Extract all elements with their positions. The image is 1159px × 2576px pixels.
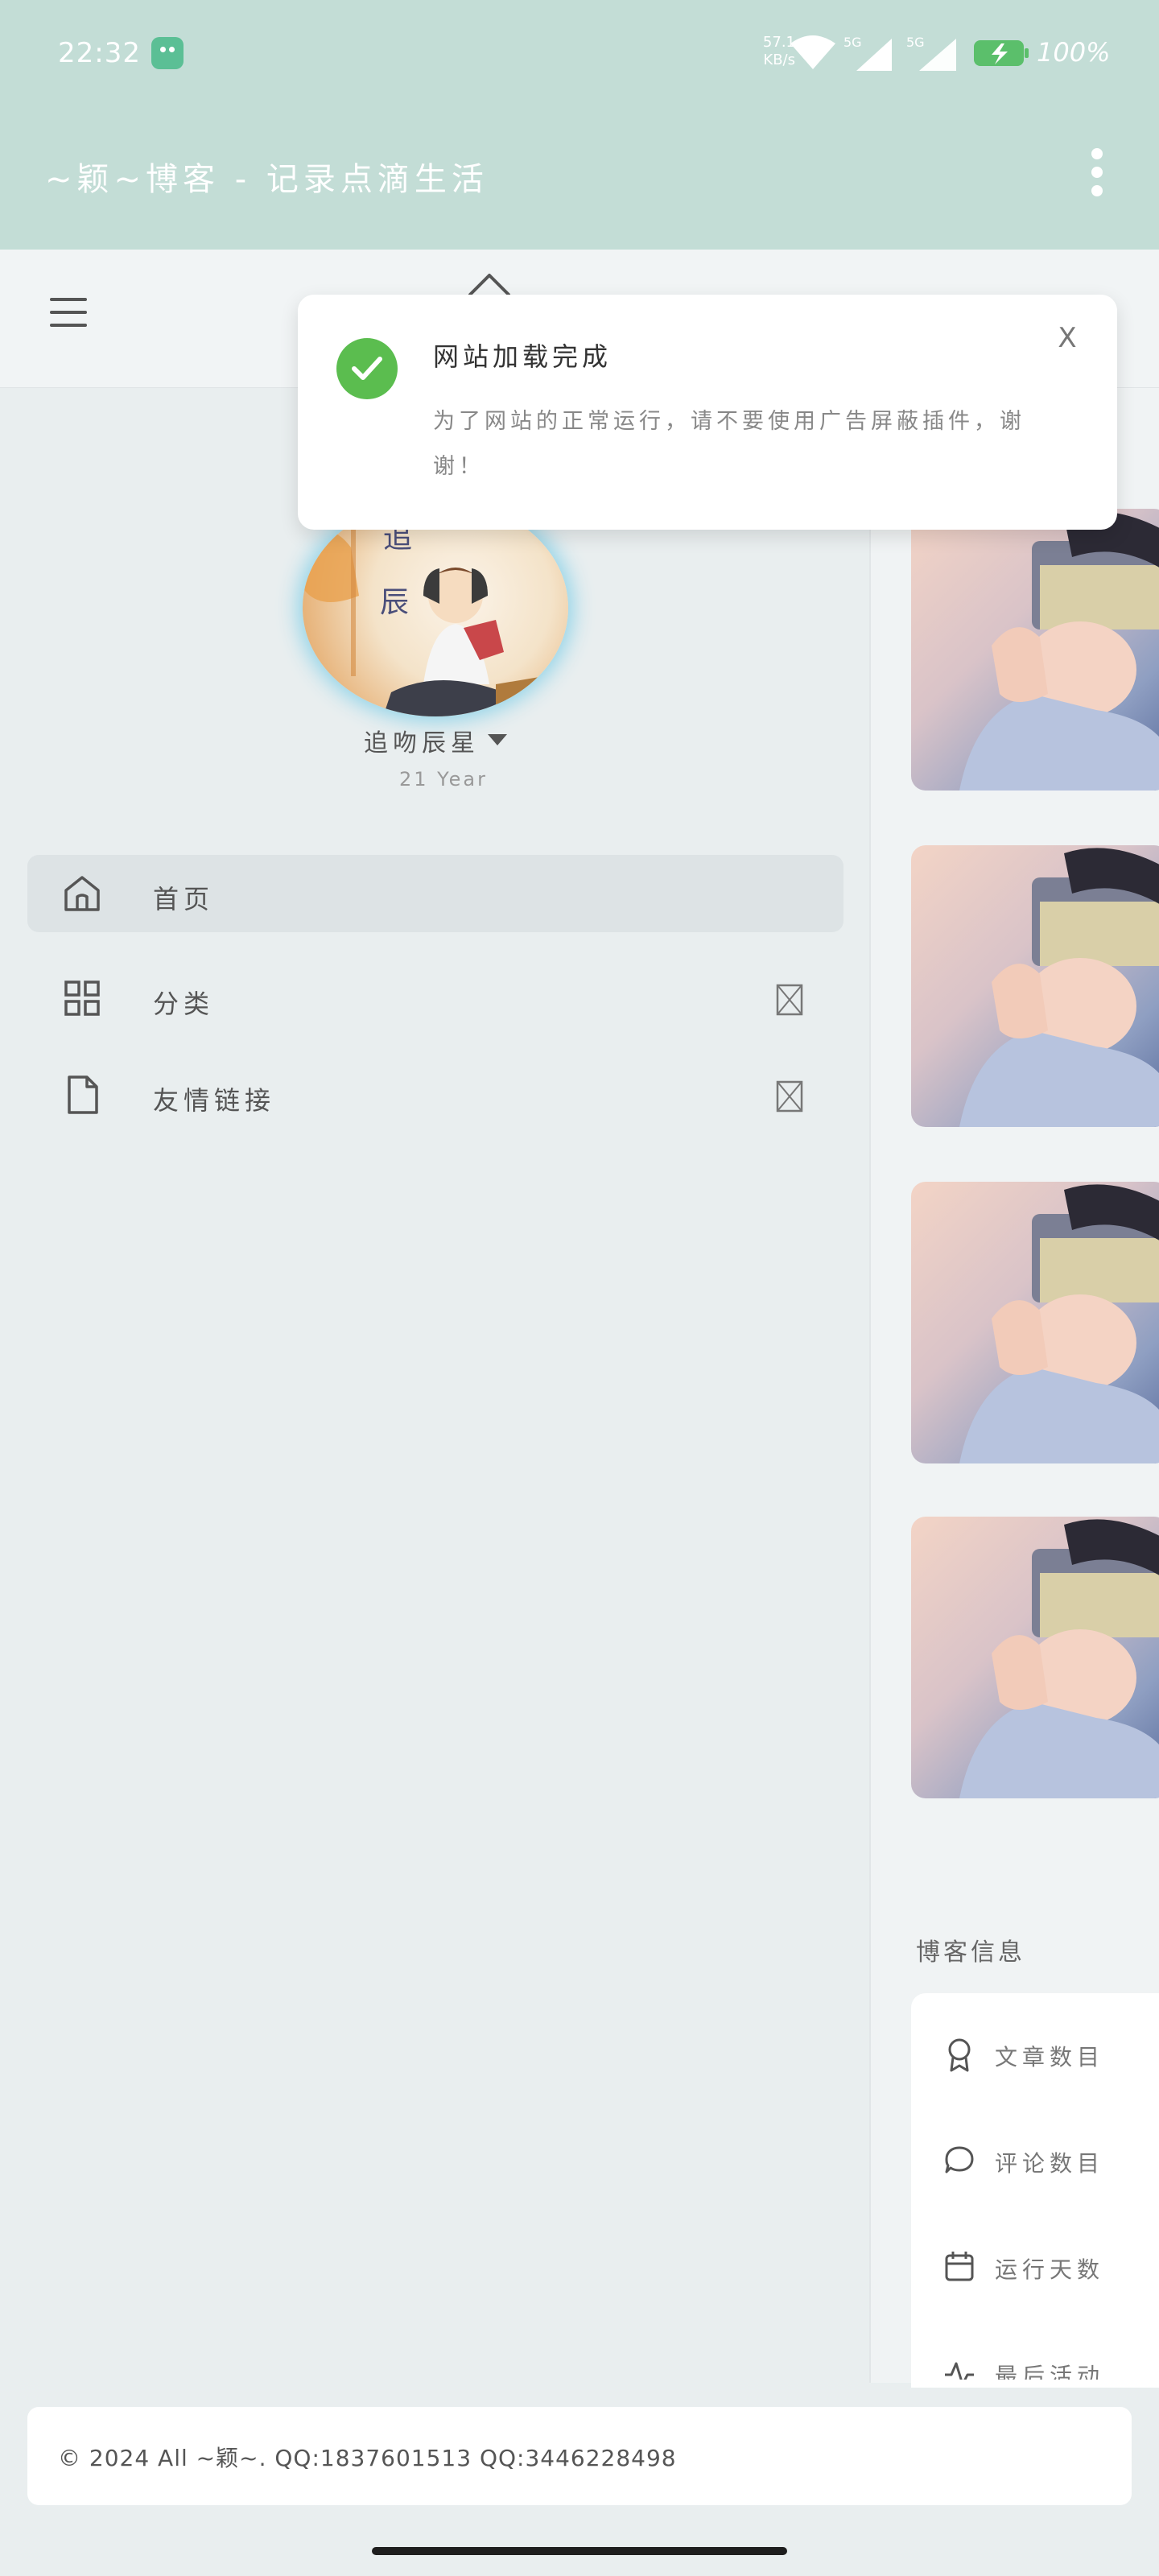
- signal-2-icon: [919, 39, 956, 71]
- post-thumbnail[interactable]: [911, 1182, 1159, 1463]
- activity-icon: [945, 2362, 974, 2380]
- calendar-icon: [945, 2252, 974, 2281]
- footer-copyright: © 2024 All ~颖~. QQ:1837601513 QQ:3446228…: [58, 2445, 677, 2471]
- battery-level: 100%: [1037, 37, 1111, 68]
- info-label: 文章数目: [995, 2044, 1105, 2070]
- home-indicator[interactable]: [372, 2547, 787, 2555]
- nav-item-friend-links[interactable]: 友情链接: [27, 1056, 843, 1133]
- more-dot: [1091, 167, 1103, 178]
- comment-icon: [945, 2146, 974, 2174]
- post-thumbnail[interactable]: [911, 1517, 1159, 1798]
- app-bar: 22:32 57.1 KB/s 5G 5G 100% ~颖~博客 - 记录点滴生…: [0, 0, 1159, 250]
- wifi-icon: [790, 35, 835, 69]
- caret-down-icon[interactable]: [488, 734, 507, 745]
- avatar[interactable]: 追 辰: [303, 499, 568, 716]
- info-label: 评论数目: [995, 2150, 1105, 2177]
- info-row-last-activity: 最后活动: [943, 2349, 1159, 2380]
- nav-label: 分类: [153, 989, 215, 1019]
- battery-icon: [974, 40, 1029, 66]
- thumbnail-art: [959, 1184, 1159, 1463]
- award-icon: [948, 2038, 971, 2072]
- site-title: ~颖~博客 - 记录点滴生活: [45, 161, 489, 198]
- more-dot: [1091, 148, 1103, 159]
- android-notification-icon: [151, 37, 184, 69]
- menu-icon[interactable]: [50, 298, 87, 327]
- info-label: 运行天数: [995, 2256, 1105, 2283]
- toast-message: 为了网站的正常运行，请不要使用广告屏蔽插件，谢谢！: [433, 409, 1025, 479]
- file-icon: [68, 1075, 98, 1114]
- nav-label: 友情链接: [153, 1085, 276, 1116]
- success-check-icon: [336, 338, 398, 399]
- status-time: 22:32: [58, 37, 141, 69]
- thumbnail-art: [959, 848, 1159, 1127]
- home-icon: [64, 876, 100, 911]
- nav-label: 首页: [153, 884, 215, 914]
- footer: © 2024 All ~颖~. QQ:1837601513 QQ:3446228…: [27, 2407, 1132, 2505]
- toast-notification: 网站加载完成 为了网站的正常运行，请不要使用广告屏蔽插件，谢谢！ X: [298, 295, 1117, 530]
- broken-image-icon: [776, 984, 803, 1016]
- toast-title: 网站加载完成: [433, 341, 612, 372]
- post-thumbnail[interactable]: [911, 845, 1159, 1127]
- info-row-days: 运行天数: [943, 2243, 1159, 2291]
- info-row-comments: 评论数目: [943, 2136, 1159, 2185]
- nav-item-home[interactable]: 首页: [27, 855, 843, 932]
- info-label: 最后活动: [995, 2363, 1105, 2380]
- signal-1-icon: [856, 39, 892, 71]
- svg-text:辰: 辰: [380, 586, 409, 619]
- profile-name[interactable]: 追吻辰星: [364, 723, 480, 758]
- signal-1-label: 5G: [843, 35, 862, 50]
- avatar-art: 追 辰: [303, 515, 544, 716]
- broken-image-icon: [776, 1080, 803, 1113]
- more-menu-button[interactable]: [1085, 148, 1109, 200]
- blog-info-title: 博客信息: [916, 1938, 1025, 1967]
- thumbnail-art: [959, 511, 1159, 791]
- profile-years: 21 Year: [399, 768, 488, 791]
- grid-icon: [64, 980, 100, 1016]
- thumbnail-art: [959, 1519, 1159, 1798]
- post-thumbnail[interactable]: [911, 509, 1159, 791]
- nav-item-categories[interactable]: 分类: [27, 960, 843, 1037]
- more-dot: [1091, 185, 1103, 196]
- close-icon[interactable]: X: [1051, 322, 1083, 354]
- signal-2-label: 5G: [906, 35, 925, 50]
- info-row-articles: 文章数目: [943, 2030, 1159, 2079]
